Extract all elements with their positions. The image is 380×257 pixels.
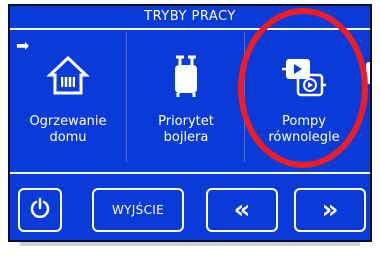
power-button[interactable] — [18, 188, 62, 232]
page-title: TRYBY PRACY — [10, 6, 370, 30]
double-chevron-left-icon: « — [233, 195, 251, 225]
mode-tile-label: Ogrzewanie domu — [29, 114, 107, 145]
exit-button-label: WYJŚCIE — [112, 203, 164, 217]
exit-button[interactable]: WYJŚCIE — [92, 188, 184, 232]
mode-tile-boiler-priority[interactable]: Priorytet bojlera — [128, 32, 245, 162]
double-chevron-right-icon: » — [321, 195, 339, 225]
mode-tile-label: Priorytet bojlera — [158, 114, 214, 145]
mode-tile-label: Pompy równolegle — [268, 114, 340, 145]
mode-tile-parallel-pumps[interactable]: Pompy równolegle — [246, 32, 362, 162]
next-button[interactable]: » — [294, 188, 366, 232]
controller-screen: TRYBY PRACY ➡ Ogrzewanie domu Priorytet … — [8, 4, 372, 242]
parallel-pumps-icon — [246, 46, 362, 106]
boiler-icon — [128, 46, 244, 106]
scroll-indicator — [366, 62, 370, 84]
previous-button[interactable]: « — [206, 188, 278, 232]
mode-tile-home-heating[interactable]: ➡ Ogrzewanie domu — [10, 32, 127, 162]
footer-divider — [10, 172, 370, 174]
house-heating-icon — [10, 46, 126, 106]
power-icon — [29, 197, 51, 223]
